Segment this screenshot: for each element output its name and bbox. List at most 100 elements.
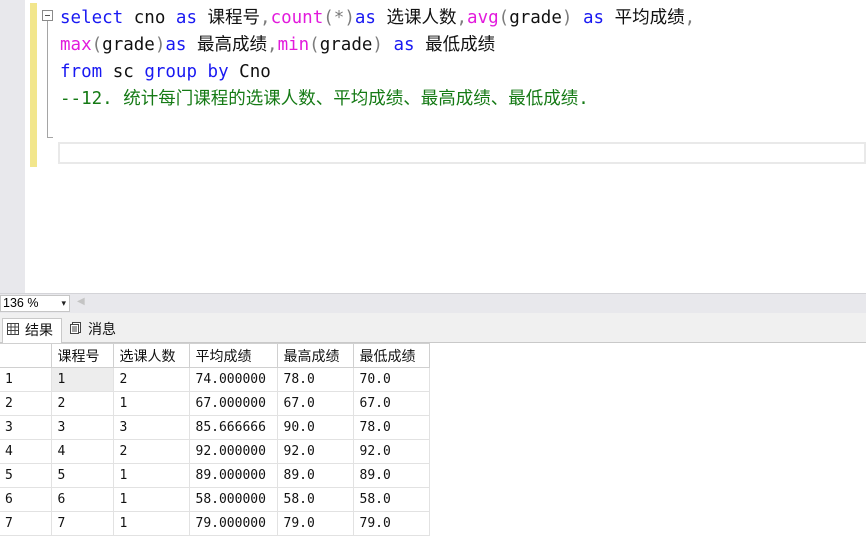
tab-results-label: 结果 — [25, 322, 53, 338]
table-cell[interactable]: 1 — [112, 391, 190, 416]
table-cell[interactable]: 5 — [50, 463, 114, 488]
table-cell[interactable]: 58.000000 — [188, 487, 278, 512]
table-cell[interactable]: 58.0 — [352, 487, 430, 512]
code-token: 最低成绩 — [414, 35, 496, 55]
code-token: , — [456, 8, 468, 28]
row-number[interactable]: 2 — [0, 391, 52, 416]
code-token: grade — [509, 8, 562, 28]
row-number[interactable]: 7 — [0, 511, 52, 536]
table-cell[interactable]: 1 — [112, 463, 190, 488]
table-row[interactable]: 5 5 1 89.000000 89.0 89.0 — [0, 463, 430, 488]
table-cell[interactable]: 6 — [50, 487, 114, 512]
table-cell[interactable]: 1 — [112, 487, 190, 512]
column-header[interactable]: 选课人数 — [112, 343, 190, 368]
code-token: from — [60, 62, 103, 82]
chevron-down-icon: ▾ — [61, 298, 66, 308]
table-cell[interactable]: 79.0 — [352, 511, 430, 536]
table-cell[interactable]: 1 — [112, 511, 190, 536]
table-cell[interactable]: 79.0 — [276, 511, 354, 536]
code-token: group — [144, 62, 197, 82]
code-token: as — [175, 8, 197, 28]
code-token: 选课人数 — [375, 8, 457, 28]
code-token: ) — [372, 35, 383, 55]
code-token: --12. 统计每门课程的选课人数、平均成绩、最高成绩、最低成绩. — [60, 89, 589, 109]
table-cell[interactable]: 78.0 — [352, 415, 430, 440]
sql-editor[interactable]: select cno as 课程号,count(*)as 选课人数,avg(gr… — [0, 0, 866, 293]
code-token: , — [260, 8, 271, 28]
table-cell[interactable]: 58.0 — [276, 487, 354, 512]
table-cell[interactable]: 1 — [50, 367, 114, 392]
results-tab-strip: 结果 消息 — [0, 313, 866, 343]
table-cell[interactable]: 3 — [112, 415, 190, 440]
code-token: as — [582, 8, 605, 28]
code-token: 平均成绩 — [604, 8, 685, 28]
current-line-caret[interactable] — [58, 142, 866, 164]
table-row[interactable]: 3 3 3 85.666666 90.0 78.0 — [0, 415, 430, 440]
table-row[interactable]: 6 6 1 58.000000 58.0 58.0 — [0, 487, 430, 512]
table-cell[interactable]: 92.0 — [352, 439, 430, 464]
table-cell[interactable]: 74.000000 — [188, 367, 278, 392]
table-cell[interactable]: 78.0 — [276, 367, 354, 392]
column-header[interactable]: 最高成绩 — [276, 343, 354, 368]
table-cell[interactable]: 67.000000 — [188, 391, 278, 416]
code-token: cno — [123, 8, 176, 28]
code-token: as — [393, 35, 415, 55]
zoom-dropdown[interactable]: 136 % ▾ — [0, 295, 70, 312]
tab-messages-label: 消息 — [88, 321, 116, 337]
grid-header-row: 课程号 选课人数 平均成绩 最高成绩 最低成绩 — [0, 343, 430, 368]
table-cell[interactable]: 89.0 — [352, 463, 430, 488]
table-cell[interactable]: 89.000000 — [188, 463, 278, 488]
table-cell[interactable]: 2 — [112, 439, 190, 464]
results-grid[interactable]: 课程号 选课人数 平均成绩 最高成绩 最低成绩 1 1 2 74.000000 78.0… — [0, 343, 430, 536]
code-token: select — [60, 8, 124, 28]
column-header[interactable]: 课程号 — [50, 343, 114, 368]
table-cell[interactable]: 4 — [50, 439, 114, 464]
code-token: Cno — [228, 62, 271, 82]
table-cell[interactable]: 92.000000 — [188, 439, 278, 464]
table-cell[interactable]: 90.0 — [276, 415, 354, 440]
table-row[interactable]: 2 2 1 67.000000 67.0 67.0 — [0, 391, 430, 416]
row-number[interactable]: 4 — [0, 439, 52, 464]
table-cell[interactable]: 2 — [112, 367, 190, 392]
row-number[interactable]: 5 — [0, 463, 52, 488]
table-row[interactable]: 4 4 2 92.000000 92.0 92.0 — [0, 439, 430, 464]
table-row[interactable]: 1 1 2 74.000000 78.0 70.0 — [0, 367, 430, 392]
code-line[interactable]: --12. 统计每门课程的选课人数、平均成绩、最高成绩、最低成绩. — [60, 86, 589, 113]
tab-results[interactable]: 结果 — [2, 318, 62, 343]
tab-messages[interactable]: 消息 — [66, 318, 124, 343]
table-cell[interactable]: 67.0 — [276, 391, 354, 416]
table-cell[interactable]: 92.0 — [276, 439, 354, 464]
table-cell[interactable]: 67.0 — [352, 391, 430, 416]
change-tracking-marker — [30, 3, 37, 167]
code-token: , — [267, 35, 278, 55]
code-token: ) — [154, 35, 166, 55]
code-line[interactable]: select cno as 课程号,count(*)as 选课人数,avg(gr… — [60, 5, 695, 32]
code-line[interactable]: from sc group by Cno — [60, 59, 271, 86]
table-cell[interactable]: 89.0 — [276, 463, 354, 488]
row-number-header[interactable] — [0, 343, 52, 368]
collapse-region-icon[interactable] — [42, 10, 53, 21]
table-cell[interactable]: 2 — [50, 391, 114, 416]
grid-icon — [7, 323, 19, 335]
scroll-left-icon[interactable]: ◀ — [77, 296, 85, 307]
code-line[interactable]: max(grade)as 最高成绩,min(grade) as 最低成绩 — [60, 32, 495, 59]
table-row[interactable]: 7 7 1 79.000000 79.0 79.0 — [0, 511, 430, 536]
table-cell[interactable]: 3 — [50, 415, 114, 440]
row-number[interactable]: 6 — [0, 487, 52, 512]
table-cell[interactable]: 70.0 — [352, 367, 430, 392]
zoom-value: 136 % — [3, 296, 39, 310]
grid-body: 1 1 2 74.000000 78.0 70.0 2 2 1 67.000000 67.0 67.0… — [0, 367, 430, 536]
column-header[interactable]: 平均成绩 — [188, 343, 278, 368]
code-token: ( — [498, 8, 510, 28]
row-number[interactable]: 3 — [0, 415, 52, 440]
column-header[interactable]: 最低成绩 — [352, 343, 430, 368]
message-icon — [70, 322, 81, 334]
table-cell[interactable]: 79.000000 — [188, 511, 278, 536]
code-token: ( — [309, 35, 320, 55]
table-cell[interactable]: 85.666666 — [188, 415, 278, 440]
row-number[interactable]: 1 — [0, 367, 52, 392]
code-token: (*) — [323, 8, 355, 28]
table-cell[interactable]: 7 — [50, 511, 114, 536]
